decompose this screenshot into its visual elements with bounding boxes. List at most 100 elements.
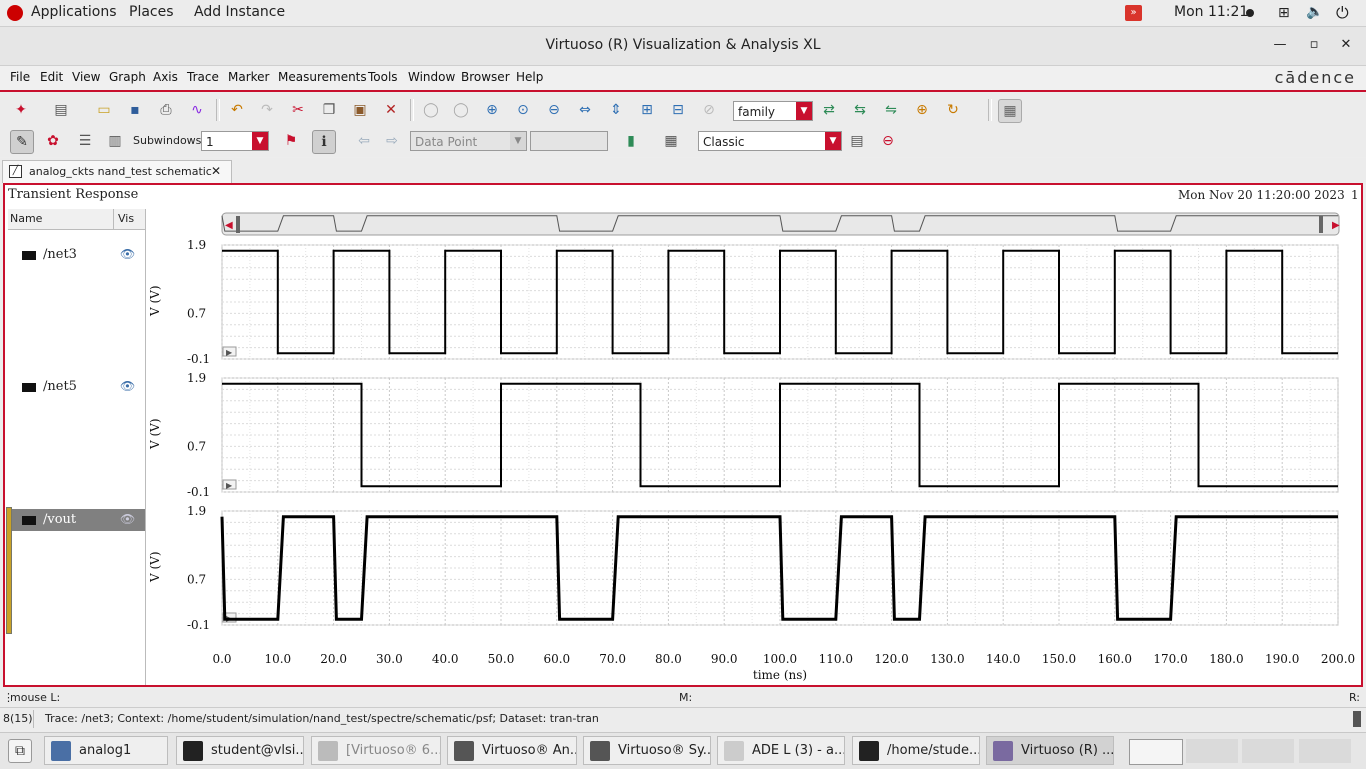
workspace-2[interactable]	[1186, 739, 1238, 763]
maximize-button[interactable]: ▫	[1306, 37, 1322, 53]
task-ade-l[interactable]: ADE L (3) - a...	[717, 736, 845, 765]
style-combo[interactable]: Classic ▼	[698, 131, 842, 151]
calculator-icon[interactable]: ▦	[660, 130, 682, 152]
menu-view[interactable]: View	[72, 70, 100, 84]
workspace-4[interactable]	[1299, 739, 1351, 763]
zoom-forward-icon[interactable]: ◯	[450, 99, 472, 121]
paste-icon[interactable]: ▣	[349, 99, 371, 121]
menu-trace[interactable]: Trace	[187, 70, 219, 84]
close-window-button[interactable]: ✕	[1338, 37, 1354, 53]
task-terminal[interactable]: student@vlsi...	[176, 736, 304, 765]
copy-icon[interactable]: ❐	[318, 99, 340, 121]
applications-menu[interactable]: Applications	[31, 4, 117, 20]
window-list-icon[interactable]: ▤	[846, 130, 868, 152]
menu-axis[interactable]: Axis	[153, 70, 178, 84]
show-desktop-icon[interactable]: ⧉	[8, 739, 32, 763]
x-tick-label: 30.0	[376, 652, 403, 666]
status-scroll-handle[interactable]	[1353, 711, 1361, 727]
menu-window[interactable]: Window	[408, 70, 455, 84]
menu-graph[interactable]: Graph	[109, 70, 146, 84]
menu-browser[interactable]: Browser	[461, 70, 510, 84]
zoom-region-icon[interactable]: ⊟	[667, 99, 689, 121]
open-folder-icon[interactable]: ▭	[93, 99, 115, 121]
prev-point-icon[interactable]: ⇦	[353, 130, 375, 152]
workspace-3[interactable]	[1242, 739, 1294, 763]
clock[interactable]: Mon 11:21	[1174, 4, 1248, 20]
next-point-icon[interactable]: ⇨	[381, 130, 403, 152]
task-home-student[interactable]: /home/stude...	[852, 736, 980, 765]
chevron-down-icon: ▼	[796, 102, 812, 120]
network-icon[interactable]: ⊞	[1278, 5, 1290, 21]
refresh-icon[interactable]: ↻	[942, 99, 964, 121]
zoom-in-icon[interactable]: ⊕	[481, 99, 503, 121]
zoom-back-icon[interactable]: ◯	[420, 99, 442, 121]
undo-icon[interactable]: ↶	[226, 99, 248, 121]
trace-row-net5[interactable]: /net5 👁	[8, 376, 145, 398]
plot-area[interactable]: ◀ ▶ 1.9 0.7 -0.1 V (V) ▶ 1.9 0.7 -0.1 V (V) ▶ 1.9 0.7…	[145, 185, 1361, 685]
family-combo[interactable]: family ▼	[733, 101, 813, 121]
eye-icon[interactable]: 👁	[120, 247, 135, 261]
task-virtuoso-symbol[interactable]: Virtuoso® Sy...	[583, 736, 711, 765]
name-column-header[interactable]: Name	[10, 212, 42, 225]
menu-tools[interactable]: Tools	[368, 70, 398, 84]
menu-marker[interactable]: Marker	[228, 70, 269, 84]
scroll-left-arrow: ◀	[225, 220, 233, 231]
stack-icon[interactable]: ⇆	[849, 99, 871, 121]
status-counter: 8(15)	[3, 712, 33, 725]
vis-column-header[interactable]: Vis	[118, 212, 134, 225]
workspace-1[interactable]	[1129, 739, 1183, 765]
horizontal-split-icon[interactable]: ☰	[74, 130, 96, 152]
pan-icon[interactable]: ⊘	[698, 99, 720, 121]
marker-palette-icon[interactable]: ✿	[42, 130, 64, 152]
close-tab-icon[interactable]: ✕	[211, 164, 221, 178]
strip-chart-icon[interactable]: ⇄	[818, 99, 840, 121]
menu-help[interactable]: Help	[516, 70, 543, 84]
add-subwindow-icon[interactable]: ⊕	[911, 99, 933, 121]
power-icon[interactable]: ⏻	[1336, 3, 1349, 23]
save-icon[interactable]: ▪	[124, 99, 146, 121]
places-menu[interactable]: Places	[129, 4, 174, 20]
zoom-x-icon[interactable]: ⇔	[574, 99, 596, 121]
vertical-split-icon[interactable]: ▥	[104, 130, 126, 152]
task-visualization[interactable]: Virtuoso (R) ...	[986, 736, 1114, 765]
trace-row-net3[interactable]: /net3 👁	[8, 244, 145, 266]
waveform-print-icon[interactable]: ∿	[186, 99, 208, 121]
notification-icon[interactable]: »	[1125, 5, 1142, 21]
grid-icon[interactable]: ▦	[998, 99, 1022, 123]
task-virtuoso-analog[interactable]: Virtuoso® An...	[447, 736, 577, 765]
zoom-y-icon[interactable]: ⇕	[605, 99, 627, 121]
x-tick-label: 20.0	[320, 652, 347, 666]
minimize-button[interactable]: —	[1272, 37, 1288, 53]
bar-chart-icon[interactable]: ▮	[620, 130, 642, 152]
remove-window-icon[interactable]: ⊖	[877, 130, 899, 152]
menu-measurements[interactable]: Measurements	[278, 70, 367, 84]
flag-icon[interactable]: ⚑	[280, 130, 302, 152]
data-point-field[interactable]	[530, 131, 608, 151]
trace-color-swatch	[22, 516, 36, 525]
print-icon[interactable]: ⎙	[155, 99, 177, 121]
new-subwindow-icon[interactable]: ▤	[50, 99, 72, 121]
eye-icon[interactable]: 👁	[120, 379, 135, 393]
volume-icon[interactable]: 🔈	[1306, 4, 1323, 20]
delete-icon[interactable]: ✕	[380, 99, 402, 121]
cut-icon[interactable]: ✂	[287, 99, 309, 121]
menu-file[interactable]: File	[10, 70, 30, 84]
redhat-icon[interactable]	[7, 5, 23, 21]
trace-row-vout[interactable]: /vout 👁	[8, 509, 145, 531]
overlay-icon[interactable]: ⇋	[880, 99, 902, 121]
new-window-icon[interactable]: ✦	[10, 99, 32, 121]
add-instance-menu[interactable]: Add Instance	[194, 4, 285, 20]
info-icon[interactable]: ℹ	[312, 130, 336, 154]
zoom-box-icon[interactable]: ⊞	[636, 99, 658, 121]
eye-icon[interactable]: 👁	[120, 512, 135, 526]
subwindows-spinbox[interactable]: 1 ▼	[201, 131, 269, 151]
menu-edit[interactable]: Edit	[40, 70, 63, 84]
task-virtuoso-ciw[interactable]: [Virtuoso® 6....	[311, 736, 441, 765]
zoom-fit-icon[interactable]: ⊙	[512, 99, 534, 121]
task-analog1[interactable]: analog1	[44, 736, 168, 765]
zoom-out-icon[interactable]: ⊖	[543, 99, 565, 121]
tab-nand-test[interactable]: ╱ analog_ckts nand_test schematic ✕	[2, 160, 232, 183]
redo-icon[interactable]: ↷	[256, 99, 278, 121]
data-point-combo[interactable]: Data Point ▼	[410, 131, 527, 151]
select-mode-icon[interactable]: ✎	[10, 130, 34, 154]
